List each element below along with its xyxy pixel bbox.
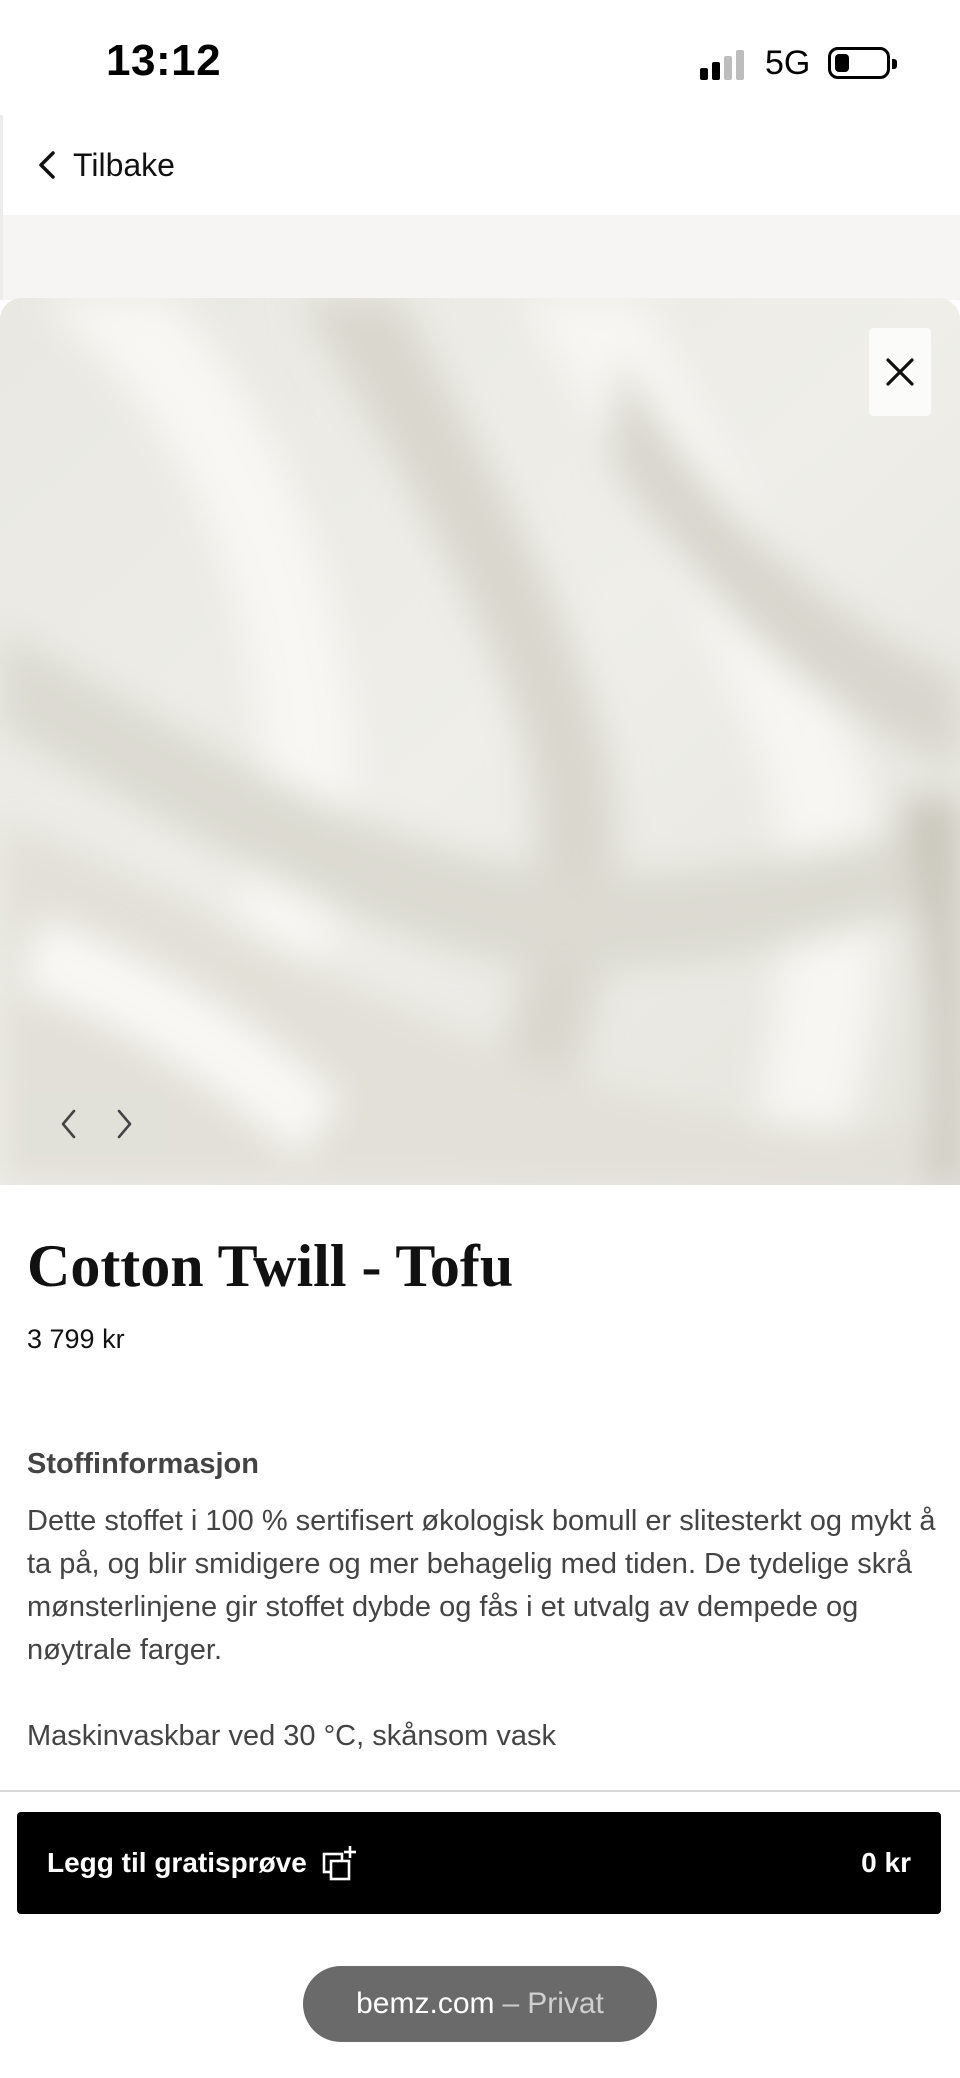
chevron-right-icon	[117, 1109, 131, 1139]
battery-icon	[828, 47, 897, 79]
cta-label: Legg til gratisprøve	[47, 1847, 307, 1878]
care-instructions: Maskinvaskbar ved 30 °C, skånsom vask	[27, 1720, 556, 1752]
signal-icon	[700, 48, 750, 80]
nav-bar: Tilbake	[0, 115, 960, 215]
product-image-gallery[interactable]	[0, 298, 960, 1185]
fabric-description: Dette stoffet i 100 % sertifisert økolog…	[27, 1505, 936, 1666]
network-label: 5G	[765, 44, 811, 82]
url-domain: bemz.com	[356, 1987, 495, 2020]
add-sample-icon	[322, 1846, 356, 1881]
status-time: 13:12	[106, 36, 222, 85]
cta-left: Legg til gratisprøve	[47, 1843, 359, 1883]
browsing-mode: Privat	[527, 1987, 604, 2020]
fabric-image	[0, 298, 960, 1185]
fabric-info-heading: Stoffinformasjon	[27, 1448, 259, 1480]
cta-price: 0 kr	[861, 1847, 911, 1878]
chevron-left-icon	[39, 151, 55, 179]
url-separator: –	[502, 1987, 520, 2020]
gallery-prev-button[interactable]	[54, 1104, 84, 1144]
close-icon	[886, 358, 914, 386]
close-button[interactable]	[869, 328, 931, 416]
chevron-left-icon	[61, 1109, 75, 1139]
gallery-navigation	[27, 1093, 165, 1155]
gallery-next-button[interactable]	[109, 1104, 139, 1144]
divider	[0, 1790, 960, 1792]
status-bar: 13:12 5G	[0, 0, 960, 115]
header-spacer	[0, 215, 960, 300]
back-button[interactable]: Tilbake	[33, 143, 175, 187]
back-label: Tilbake	[73, 146, 175, 183]
product-price: 3 799 kr	[27, 1324, 125, 1354]
product-title: Cotton Twill - Tofu	[27, 1233, 514, 1299]
add-free-sample-button[interactable]: Legg til gratisprøve 0 kr	[17, 1812, 941, 1914]
product-page: 13:12 5G Tilbake Cotton Twill - Tofu 3 7…	[0, 0, 960, 2078]
browser-url-bar[interactable]: bemz.com – Privat	[303, 1966, 657, 2042]
